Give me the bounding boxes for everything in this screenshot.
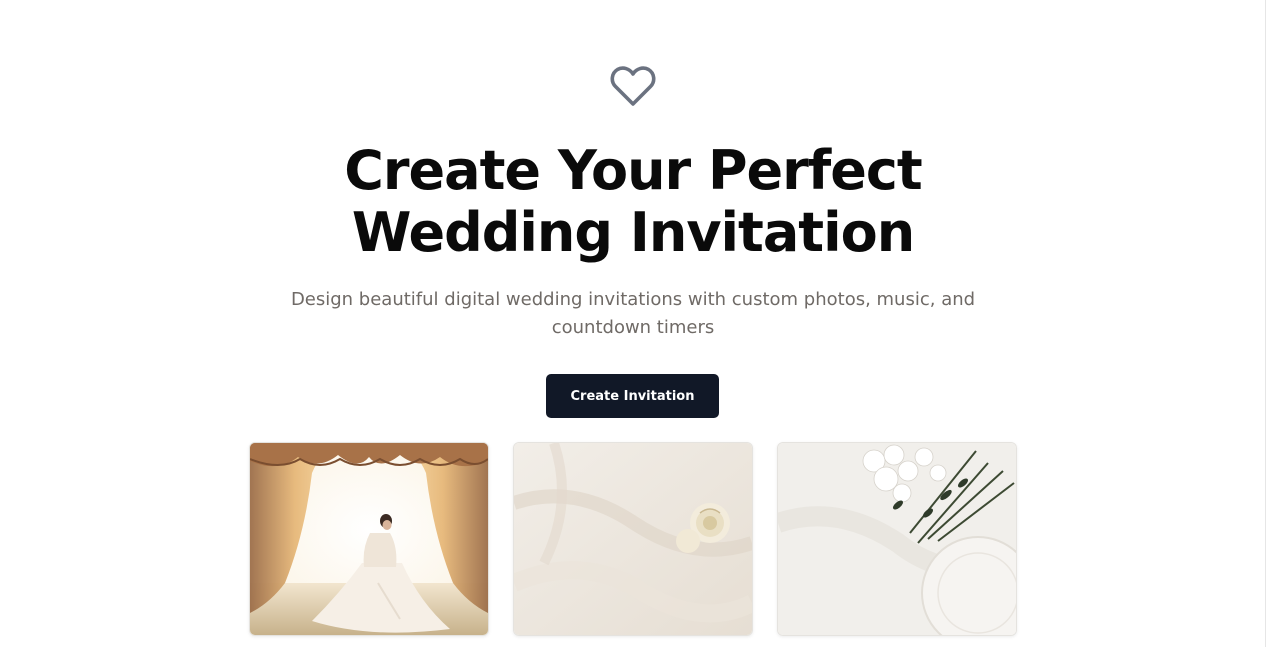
gallery-card-roses[interactable] [513, 442, 753, 636]
create-invitation-button[interactable]: Create Invitation [546, 374, 719, 418]
bride-photo [250, 443, 488, 635]
gallery-card-bride[interactable] [249, 442, 489, 636]
white-roses-on-fabric-photo [514, 443, 752, 635]
landing-page: Create Your Perfect Wedding Invitation D… [0, 0, 1266, 647]
image-gallery [249, 442, 1017, 636]
gallery-card-flowers-plate[interactable] [777, 442, 1017, 636]
flowers-and-plate-photo [778, 443, 1016, 635]
heart-icon [610, 66, 656, 106]
page-title: Create Your Perfect Wedding Invitation [344, 139, 922, 264]
page-subtitle: Design beautiful digital wedding invitat… [290, 289, 976, 338]
